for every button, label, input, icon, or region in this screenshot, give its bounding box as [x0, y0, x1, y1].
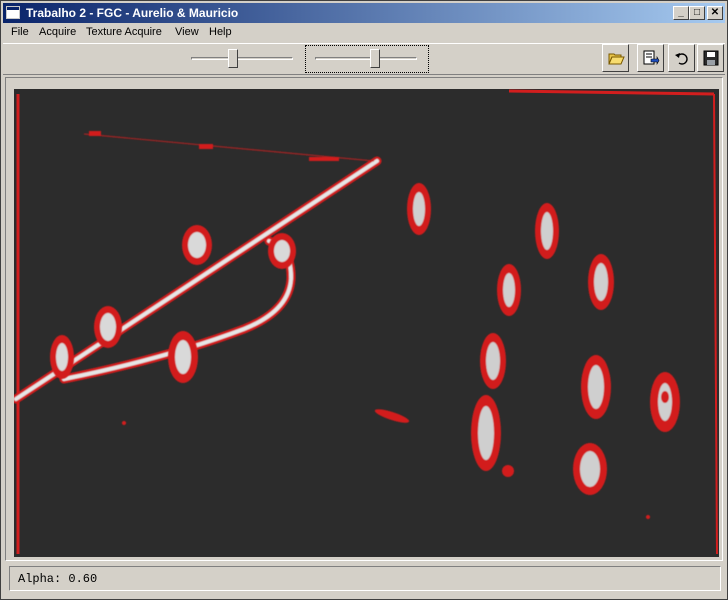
menu-acquire[interactable]: Acquire	[39, 26, 76, 38]
window-title: Trabalho 2 - FGC - Aurelio & Mauricio	[26, 6, 239, 20]
open-button[interactable]	[602, 44, 629, 72]
undo-button[interactable]	[668, 44, 695, 72]
alpha-status-text: Alpha: 0.60	[18, 572, 98, 586]
close-button[interactable]: ✕	[707, 6, 723, 20]
slider-thumb[interactable]	[228, 49, 238, 68]
slider-thumb[interactable]	[370, 49, 380, 68]
maximize-button[interactable]: □	[689, 6, 705, 20]
minimize-button[interactable]: _	[673, 6, 689, 20]
menu-file[interactable]: File	[11, 26, 29, 38]
app-icon	[6, 6, 20, 19]
menu-help[interactable]: Help	[209, 26, 232, 38]
image-canvas[interactable]	[14, 89, 719, 557]
save-button[interactable]	[697, 44, 724, 72]
export-button[interactable]	[637, 44, 664, 72]
threshold-slider[interactable]	[191, 47, 293, 71]
title-bar[interactable]: Trabalho 2 - FGC - Aurelio & Mauricio _ …	[3, 3, 725, 23]
save-icon	[703, 50, 719, 66]
status-bar: Alpha: 0.60	[9, 566, 721, 591]
slider-track	[315, 57, 417, 60]
main-window: Trabalho 2 - FGC - Aurelio & Mauricio _ …	[0, 0, 728, 600]
menu-texture-acquire[interactable]: Texture Acquire	[86, 26, 162, 38]
toolbar	[3, 43, 725, 75]
menu-view[interactable]: View	[175, 26, 199, 38]
menu-bar: File Acquire Texture Acquire View Help	[3, 23, 725, 42]
open-folder-icon	[608, 53, 625, 65]
slider-track	[191, 57, 293, 60]
export-icon	[643, 50, 660, 66]
alpha-slider[interactable]	[315, 47, 417, 71]
undo-icon	[675, 53, 688, 65]
